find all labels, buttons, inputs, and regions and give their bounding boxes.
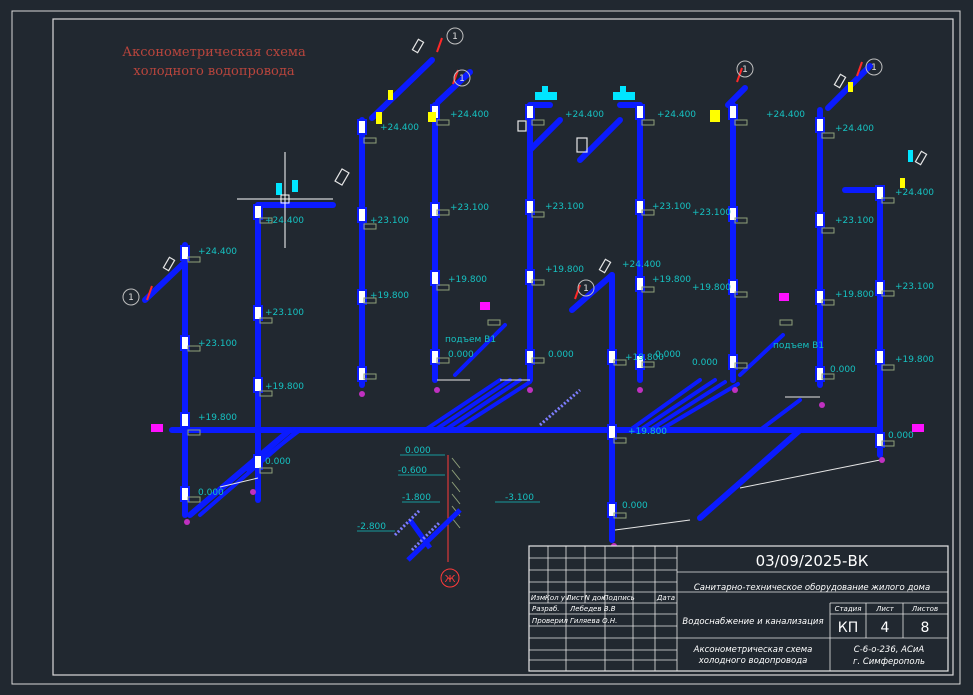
elevation-label: 0.000 xyxy=(622,501,648,511)
elevation-label: +24.400 xyxy=(450,110,489,120)
stamp-org-1: С-6-о-236, АСиА xyxy=(854,645,925,655)
riser-label-2: 1 xyxy=(452,32,458,42)
elevation-label: 0.000 xyxy=(448,350,474,360)
elevation-label: +24.400 xyxy=(622,260,661,270)
stamp-code: 03/09/2025-ВК xyxy=(756,552,869,570)
valve-right-icon xyxy=(912,424,924,432)
elevation-label: +23.100 xyxy=(265,308,304,318)
elevation-label: +19.800 xyxy=(198,413,237,423)
elevation-label: +19.800 xyxy=(625,353,664,363)
elevation-label: +24.400 xyxy=(565,110,604,120)
riser-label-1: 1 xyxy=(128,293,134,303)
valve-podyom-left-icon xyxy=(480,302,490,310)
elevation-label: +23.100 xyxy=(450,203,489,213)
elevation-label: +24.400 xyxy=(380,123,419,133)
stamp-checked-name: Гиляева О.Н. xyxy=(570,617,617,625)
elevation-label: +24.400 xyxy=(265,216,304,226)
elevation-label: -2.800 xyxy=(357,522,386,532)
stamp-org-2: г. Симферополь xyxy=(853,657,925,667)
elevation-label: -0.600 xyxy=(398,466,427,476)
stamp-developed-name: Лебедев В.В xyxy=(569,605,616,613)
elevation-label: +24.400 xyxy=(895,188,934,198)
axonometric-drawing: Аксонометрическая схема холодного водопр… xyxy=(11,10,961,685)
hatch-marks xyxy=(187,119,895,519)
elevation-label: +19.800 xyxy=(895,355,934,365)
stamp-header-data: Дата xyxy=(656,594,675,602)
title-block: 03/09/2025-ВК Санитарно-техническое обор… xyxy=(528,545,949,672)
elevation-label: +24.400 xyxy=(198,247,237,257)
stamp-sheet-title-2: холодного водопровода xyxy=(698,656,808,666)
stamp-sheet-title-1: Аксонометрическая схема xyxy=(693,645,813,655)
elevation-label: 0.000 xyxy=(888,431,914,441)
riser-label-6: 1 xyxy=(583,284,589,294)
riser-label-3: 1 xyxy=(459,74,465,84)
water-entry-detail: Ж 0.000 -0.600 -1.800 -3.100 -2.800 xyxy=(357,446,540,588)
elevation-label: +23.100 xyxy=(692,208,731,218)
stamp-header-izm: Изм xyxy=(531,594,546,602)
elevation-label: 0.000 xyxy=(692,358,718,368)
elevation-label: +23.100 xyxy=(545,202,584,212)
elevation-label: 0.000 xyxy=(548,350,574,360)
stamp-object: Санитарно-техническое оборудование жилог… xyxy=(694,583,930,593)
elevation-label: +24.400 xyxy=(657,110,696,120)
elevation-label: +19.800 xyxy=(835,290,874,300)
drawing-title-line-2: холодного водопровода xyxy=(133,64,294,79)
stamp-col-stage: Стадия xyxy=(835,605,862,613)
podyom-label-left: подъем В1 xyxy=(445,335,496,345)
elevation-labels: +24.400 +23.100 +19.800 0.000 +24.400 +2… xyxy=(198,110,934,511)
podyom-label-right: подъем В1 xyxy=(773,341,824,351)
elevation-label: 0.000 xyxy=(405,446,431,456)
elevation-label: -3.100 xyxy=(505,493,534,503)
stamp-col-sheet: Лист xyxy=(875,605,895,613)
elevation-label: +19.800 xyxy=(692,283,731,293)
stamp-header-podpis: Подпись xyxy=(603,594,635,602)
riser-label-4: 1 xyxy=(742,65,748,75)
riser-label-5: 1 xyxy=(871,63,877,73)
elevation-label: -1.800 xyxy=(402,493,431,503)
elevation-label: +23.100 xyxy=(198,339,237,349)
elevation-label: +19.800 xyxy=(545,265,584,275)
elevation-label: 0.000 xyxy=(830,365,856,375)
elevation-label: +23.100 xyxy=(652,202,691,212)
elevation-label: +23.100 xyxy=(895,282,934,292)
stamp-sheets: 8 xyxy=(921,620,930,636)
drain-marks xyxy=(184,387,885,549)
crosshair-cursor-icon[interactable] xyxy=(237,152,333,248)
elevation-label: +19.800 xyxy=(370,291,409,301)
valve-podyom-right-icon xyxy=(779,293,789,301)
valve-left-icon xyxy=(151,424,163,432)
stamp-developed-label: Разраб. xyxy=(532,605,560,613)
elevation-label: 0.000 xyxy=(265,457,291,467)
elevation-label: +24.400 xyxy=(835,124,874,134)
elevation-label: +23.100 xyxy=(370,216,409,226)
stamp-checked-label: Проверил xyxy=(532,617,568,625)
elevation-label: 0.000 xyxy=(198,488,224,498)
elevation-label: +19.800 xyxy=(265,382,304,392)
elevation-label: +19.800 xyxy=(448,275,487,285)
stamp-section: Водоснабжение и канализация xyxy=(682,617,823,627)
stamp-col-sheets: Листов xyxy=(911,605,938,613)
elevation-label: +24.400 xyxy=(766,110,805,120)
drawing-canvas[interactable]: Аксонометрическая схема холодного водопр… xyxy=(0,0,973,695)
stamp-stage: КП xyxy=(838,620,858,636)
stamp-header-list: Лист xyxy=(565,594,585,602)
zh-circle-label: Ж xyxy=(445,574,456,585)
elevation-label: +19.800 xyxy=(652,275,691,285)
leader-lines xyxy=(219,379,881,531)
elevation-label: +23.100 xyxy=(835,216,874,226)
elevation-label: +19.800 xyxy=(628,427,667,437)
stamp-sheet: 4 xyxy=(881,620,890,636)
drawing-title-line-1: Аксонометрическая схема xyxy=(122,45,306,60)
